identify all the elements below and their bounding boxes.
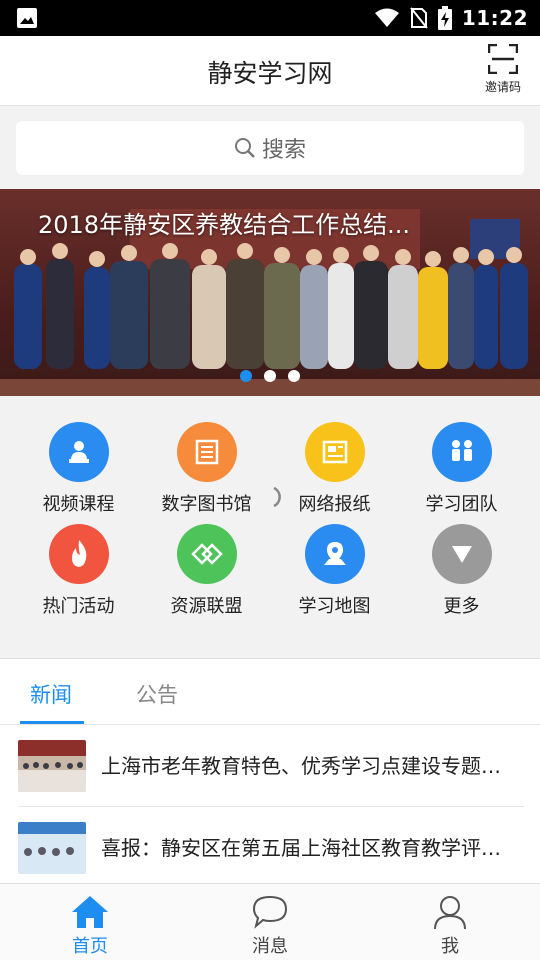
menu-label: 更多 [443, 596, 480, 617]
tab-news[interactable]: 新闻 [30, 679, 72, 709]
menu-label: 学习地图 [298, 596, 371, 617]
menu-item-more[interactable]: 更多 [394, 524, 529, 624]
menu-item-digital-library[interactable]: 数字图书馆 [139, 422, 274, 522]
newspaper-icon [304, 422, 365, 482]
menu-label: 资源联盟 [170, 596, 243, 617]
carousel-dot[interactable] [264, 370, 276, 382]
news-item[interactable]: 上海市老年教育特色、优秀学习点建设专题… [18, 725, 524, 807]
image-icon [17, 8, 37, 28]
carousel-indicators [0, 370, 540, 382]
banner-carousel[interactable]: 2018年静安区养教结合工作总结... [0, 189, 540, 396]
menu-item-study-map[interactable]: 学习地图 [267, 524, 402, 624]
menu-label: 网络报纸 [298, 494, 371, 515]
menu-label: 热门活动 [42, 596, 115, 617]
news-thumbnail [18, 740, 86, 792]
battery-charging-icon [437, 6, 452, 30]
banner-caption: 2018年静安区养教结合工作总结... [38, 211, 410, 239]
bottom-navigation: 首页 消息 我 [0, 883, 540, 960]
menu-label: 数字图书馆 [161, 494, 252, 515]
nav-messages-label: 消息 [252, 936, 288, 957]
home-icon [72, 896, 108, 928]
nav-me-label: 我 [441, 936, 459, 957]
flame-icon [48, 524, 109, 584]
invite-code-label: 邀请码 [484, 80, 521, 94]
nav-home-label: 首页 [72, 936, 108, 957]
scan-icon [488, 44, 518, 74]
carousel-dot[interactable] [240, 370, 252, 382]
map-pin-icon [304, 524, 365, 584]
feature-grid: 视频课程 数字图书馆 网络报纸 学习团队 热门活动 资源联盟 学习地图 更多 [0, 396, 540, 658]
digital-library-icon [176, 422, 237, 482]
more-down-icon [431, 524, 492, 584]
alliance-icon [176, 524, 237, 584]
news-thumbnail [18, 822, 86, 874]
search-input[interactable]: 搜索 [16, 121, 524, 175]
page-title: 静安学习网 [207, 59, 333, 88]
menu-label: 学习团队 [425, 494, 498, 515]
search-icon [234, 138, 255, 158]
news-item[interactable]: 喜报：静安区在第五届上海社区教育教学评… [18, 807, 524, 889]
tab-announcements[interactable]: 公告 [136, 679, 178, 709]
nav-messages[interactable]: 消息 [210, 894, 330, 958]
status-bar: 11:22 [0, 0, 540, 36]
news-title: 喜报：静安区在第五届上海社区教育教学评… [101, 836, 501, 860]
menu-item-newspaper[interactable]: 网络报纸 [267, 422, 402, 522]
carousel-dot[interactable] [288, 370, 300, 382]
team-icon [431, 422, 492, 482]
status-time: 11:22 [461, 6, 528, 30]
message-icon [252, 895, 288, 929]
nav-home[interactable]: 首页 [30, 894, 150, 958]
news-tabs: 新闻 公告 [0, 659, 540, 725]
menu-item-resource-alliance[interactable]: 资源联盟 [139, 524, 274, 624]
menu-item-hot-activity[interactable]: 热门活动 [11, 524, 146, 624]
user-icon [434, 896, 466, 930]
app-bar: 静安学习网 邀请码 [0, 36, 540, 106]
nav-me[interactable]: 我 [390, 894, 510, 958]
invite-code-button[interactable]: 邀请码 [480, 44, 526, 100]
news-title: 上海市老年教育特色、优秀学习点建设专题… [101, 754, 501, 778]
menu-label: 视频课程 [42, 494, 115, 515]
search-area: 搜索 [0, 106, 540, 189]
wifi-icon [374, 8, 399, 27]
menu-item-video-course[interactable]: 视频课程 [11, 422, 146, 522]
no-sim-icon [410, 7, 428, 29]
search-placeholder: 搜索 [261, 138, 306, 163]
news-section: 新闻 公告 上海市老年教育特色、优秀学习点建设专题… 喜报：静安区在第五届上海社… [0, 658, 540, 889]
active-tab-indicator [20, 721, 84, 724]
menu-item-study-team[interactable]: 学习团队 [394, 422, 529, 522]
video-course-icon [48, 422, 109, 482]
